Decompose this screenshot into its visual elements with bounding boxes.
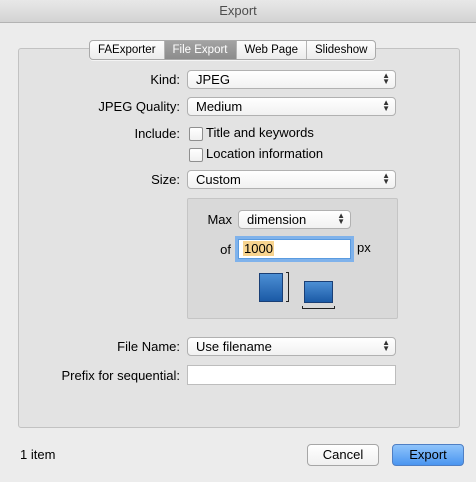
include-label: Include: <box>134 126 180 141</box>
export-button[interactable]: Export <box>392 444 464 466</box>
updown-arrows-icon: ▲ ▼ <box>382 338 390 353</box>
prefix-label: Prefix for sequential: <box>61 368 180 383</box>
kind-label: Kind: <box>150 72 180 87</box>
kind-value: JPEG <box>196 72 230 87</box>
size-value: Custom <box>196 172 241 187</box>
tab-slideshow[interactable]: Slideshow <box>307 41 375 59</box>
filename-select[interactable]: Use filename ▲ ▼ <box>187 337 396 356</box>
portrait-bracket <box>286 272 289 302</box>
include-title-label[interactable]: Title and keywords <box>206 125 314 141</box>
portrait-orientation-icon[interactable] <box>259 273 283 302</box>
filename-label: File Name: <box>117 339 180 354</box>
kind-select[interactable]: JPEG ▲ ▼ <box>187 70 396 89</box>
max-label: Max <box>207 212 232 227</box>
tab-bar: FAExporter File Export Web Page Slidesho… <box>89 40 377 60</box>
include-location-checkbox[interactable] <box>189 148 203 162</box>
tab-faexporter[interactable]: FAExporter <box>90 41 165 59</box>
updown-arrows-icon: ▲ ▼ <box>382 171 390 186</box>
dimension-input[interactable]: 1000 <box>238 239 351 259</box>
landscape-orientation-icon[interactable] <box>304 281 333 303</box>
landscape-bracket <box>302 306 335 309</box>
quality-value: Medium <box>196 99 243 114</box>
window-title: Export <box>0 0 476 23</box>
item-count: 1 item <box>20 447 56 462</box>
filename-value: Use filename <box>196 339 272 354</box>
quality-select[interactable]: Medium ▲ ▼ <box>187 97 396 116</box>
max-select[interactable]: dimension ▲ ▼ <box>238 210 351 229</box>
quality-label: JPEG Quality: <box>98 99 180 114</box>
cancel-button[interactable]: Cancel <box>307 444 379 466</box>
tab-file-export[interactable]: File Export <box>164 41 237 59</box>
include-title-checkbox[interactable] <box>189 127 203 141</box>
prefix-input[interactable] <box>187 365 396 385</box>
include-location-label[interactable]: Location information <box>206 146 323 162</box>
max-value: dimension <box>247 212 307 227</box>
updown-arrows-icon: ▲ ▼ <box>337 211 345 226</box>
updown-arrows-icon: ▲ ▼ <box>382 98 390 113</box>
size-select[interactable]: Custom ▲ ▼ <box>187 170 396 189</box>
size-label: Size: <box>151 172 180 187</box>
of-label: of <box>220 242 231 257</box>
dimension-value: 1000 <box>243 241 274 256</box>
tab-web-page[interactable]: Web Page <box>237 41 307 59</box>
updown-arrows-icon: ▲ ▼ <box>382 71 390 86</box>
px-label: px <box>357 240 371 255</box>
